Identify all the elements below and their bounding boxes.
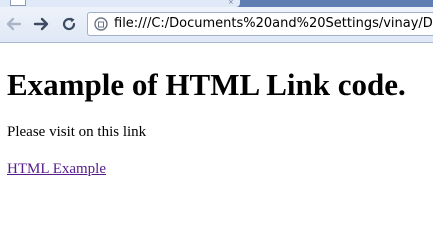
tab-favicon-icon: [10, 0, 26, 6]
browser-tab[interactable]: ×: [0, 0, 240, 7]
browser-toolbar: file:///C:/Documents%20and%20Settings/vi…: [0, 7, 433, 43]
html-example-link[interactable]: HTML Example: [7, 160, 106, 178]
page-info-icon[interactable]: [94, 17, 108, 31]
tab-close-icon[interactable]: ×: [228, 0, 235, 6]
back-arrow-icon: [6, 17, 22, 31]
address-url-text: file:///C:/Documents%20and%20Settings/vi…: [114, 16, 433, 31]
forward-arrow-icon: [33, 17, 49, 31]
tab-strip: ×: [0, 0, 433, 7]
reload-icon: [62, 17, 76, 31]
back-button[interactable]: [3, 13, 25, 35]
forward-button[interactable]: [30, 13, 52, 35]
page-heading: Example of HTML Link code.: [7, 67, 406, 102]
page-content: Example of HTML Link code. Please visit …: [0, 43, 433, 215]
page-paragraph: Please visit on this link: [7, 124, 147, 140]
address-bar[interactable]: file:///C:/Documents%20and%20Settings/vi…: [87, 12, 433, 36]
browser-window: × file:///C:/Documents%20and%20Settings/…: [0, 0, 433, 215]
reload-button[interactable]: [58, 13, 80, 35]
